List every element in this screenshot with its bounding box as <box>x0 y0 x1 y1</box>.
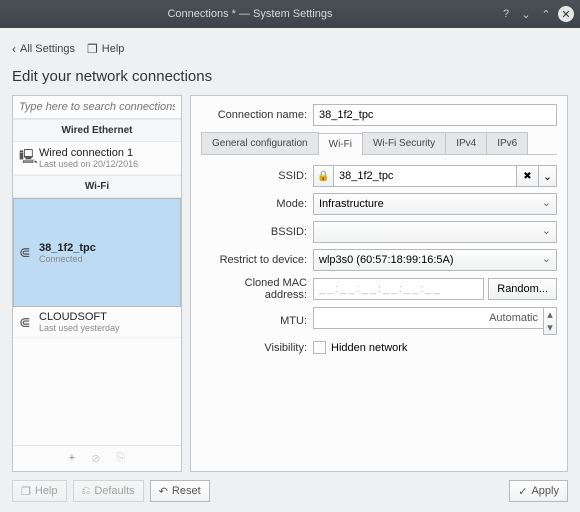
tab-ipv6[interactable]: IPv6 <box>486 132 528 154</box>
chevron-left-icon: ‹ <box>12 42 16 56</box>
tab-wifi-security[interactable]: Wi-Fi Security <box>362 132 446 154</box>
reset-button[interactable]: ↶Reset <box>150 480 210 502</box>
titlebar: Connections * — System Settings ? ⌄ ⌃ ✕ <box>0 0 580 28</box>
random-mac-button[interactable]: Random... <box>488 278 557 300</box>
ethernet-icon: 🖳 <box>19 146 39 170</box>
help-icon: ❐ <box>21 485 31 498</box>
export-connection-button[interactable]: ⎘ <box>116 452 125 465</box>
undo-icon: ↶ <box>159 485 168 498</box>
details-panel: Connection name: General configuration W… <box>190 95 568 472</box>
close-icon[interactable]: ✕ <box>558 6 574 22</box>
help-nav-button[interactable]: ❐ Help <box>87 42 124 56</box>
check-icon: ✓ <box>518 485 527 498</box>
tab-ipv4[interactable]: IPv4 <box>445 132 487 154</box>
page-title: Edit your network connections <box>12 68 568 85</box>
sidebar-item-wifi-38-1f2-tpc[interactable]: ⋐ 38_1f2_tpc Connected <box>13 198 181 307</box>
restrict-device-select[interactable]: wlp3s0 (60:57:18:99:16:5A) <box>313 249 557 271</box>
ssid-input[interactable] <box>333 165 517 187</box>
wifi-icon: ⋐ <box>19 314 39 331</box>
defaults-icon: ⎌ <box>82 485 91 498</box>
mode-select[interactable]: Infrastructure <box>313 193 557 215</box>
help-button[interactable]: ❐Help <box>12 480 67 502</box>
bssid-select[interactable] <box>313 221 557 243</box>
connection-name-input[interactable] <box>313 104 557 126</box>
help-book-icon: ❐ <box>87 42 98 56</box>
hidden-network-label: Hidden network <box>331 342 407 354</box>
mtu-spinner[interactable]: ▴▾ <box>543 307 557 335</box>
tab-general[interactable]: General configuration <box>201 132 319 154</box>
window-title: Connections * — System Settings <box>6 8 494 20</box>
sidebar-item-wifi-cloudsoft[interactable]: ⋐ CLOUDSOFT Last used yesterday <box>13 307 181 338</box>
tab-wifi[interactable]: Wi-Fi <box>318 133 363 155</box>
clear-ssid-button[interactable]: ✖ <box>517 165 539 187</box>
tab-bar: General configuration Wi-Fi Wi-Fi Securi… <box>201 132 557 155</box>
help-titlebar-icon[interactable]: ? <box>498 6 514 22</box>
wifi-icon: ⋐ <box>19 244 39 261</box>
apply-button[interactable]: ✓Apply <box>509 480 568 502</box>
cloned-mac-input[interactable] <box>313 278 484 300</box>
mtu-input[interactable] <box>313 307 543 329</box>
section-wifi: Wi-Fi <box>13 175 181 198</box>
add-connection-button[interactable]: + <box>69 452 75 465</box>
connection-name-label: Connection name: <box>201 109 313 121</box>
minimize-icon[interactable]: ⌄ <box>518 6 534 22</box>
defaults-button[interactable]: ⎌Defaults <box>73 480 144 502</box>
search-input[interactable] <box>13 96 181 119</box>
all-settings-button[interactable]: ‹ All Settings <box>12 42 75 56</box>
lock-icon: 🔒 <box>313 165 333 187</box>
remove-connection-button[interactable]: ⊘ <box>91 452 100 465</box>
ssid-dropdown-button[interactable]: ⌄ <box>539 165 557 187</box>
maximize-icon[interactable]: ⌃ <box>538 6 554 22</box>
section-wired: Wired Ethernet <box>13 119 181 142</box>
connections-sidebar: Wired Ethernet 🖳 Wired connection 1 Last… <box>12 95 182 472</box>
sidebar-item-wired[interactable]: 🖳 Wired connection 1 Last used on 20/12/… <box>13 142 181 175</box>
hidden-network-checkbox[interactable] <box>313 341 326 354</box>
